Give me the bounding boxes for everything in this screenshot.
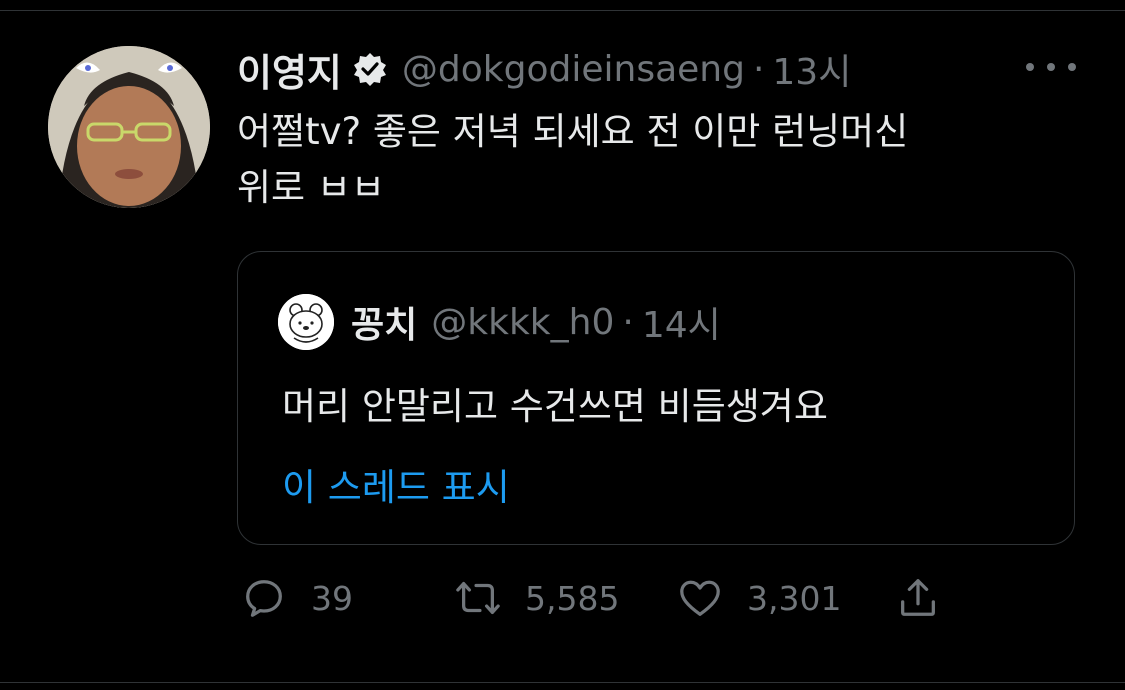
avatar-image: [48, 46, 210, 208]
reply-count: 39: [311, 578, 353, 618]
show-thread-link[interactable]: 이 스레드 표시: [282, 457, 510, 511]
tweet-text: 어쩔tv? 좋은 저녁 되세요 전 이만 런닝머신 위로 ㅂㅂ: [237, 104, 1077, 216]
quoted-author-avatar[interactable]: [278, 294, 334, 350]
tweet-timestamp[interactable]: 13시: [772, 43, 851, 95]
share-button[interactable]: [895, 570, 941, 626]
like-count: 3,301: [747, 578, 842, 618]
retweet-count: 5,585: [525, 578, 620, 618]
like-button[interactable]: 3,301: [677, 570, 841, 626]
separator-dot: ·: [752, 48, 765, 90]
retweet-button[interactable]: 5,585: [455, 570, 619, 626]
more-options-icon[interactable]: [1026, 52, 1076, 82]
like-icon: [680, 580, 720, 616]
tweet-header: 이영지 @dokgodieinsaeng · 13시: [237, 40, 851, 98]
quoted-tweet-text: 머리 안말리고 수건쓰면 비듬생겨요: [282, 385, 828, 428]
reply-button[interactable]: 39: [241, 570, 353, 626]
bear-avatar-image: [278, 294, 334, 350]
more-dot: [1026, 63, 1034, 71]
verified-badge-icon: [352, 51, 388, 87]
reply-icon: [246, 580, 282, 617]
author-handle[interactable]: @dokgodieinsaeng: [402, 49, 745, 90]
tweet-text-line-2: 위로 ㅂㅂ: [237, 166, 385, 209]
author-avatar[interactable]: [48, 46, 210, 208]
quoted-tweet-timestamp[interactable]: 14시: [642, 296, 721, 348]
tweet-actions-bar: 39 5,585 3,301: [237, 570, 957, 626]
tweet-text-line-1: 어쩔tv? 좋은 저녁 되세요 전 이만 런닝머신: [237, 110, 909, 153]
quoted-tweet-header: 꽁치 @kkkk_h0 · 14시: [351, 296, 721, 348]
quoted-author-handle[interactable]: @kkkk_h0: [431, 302, 614, 343]
more-dot: [1047, 63, 1055, 71]
top-divider: [0, 10, 1125, 11]
bottom-divider: [0, 682, 1125, 683]
separator-dot: ·: [622, 301, 634, 343]
quoted-author-name[interactable]: 꽁치: [351, 296, 417, 348]
retweet-icon: [456, 581, 500, 615]
quoted-tweet-card[interactable]: 꽁치 @kkkk_h0 · 14시 머리 안말리고 수건쓰면 비듬생겨요 이 스…: [237, 251, 1075, 545]
author-display-name[interactable]: 이영지: [237, 42, 342, 97]
share-icon: [901, 579, 935, 616]
more-dot: [1068, 63, 1076, 71]
